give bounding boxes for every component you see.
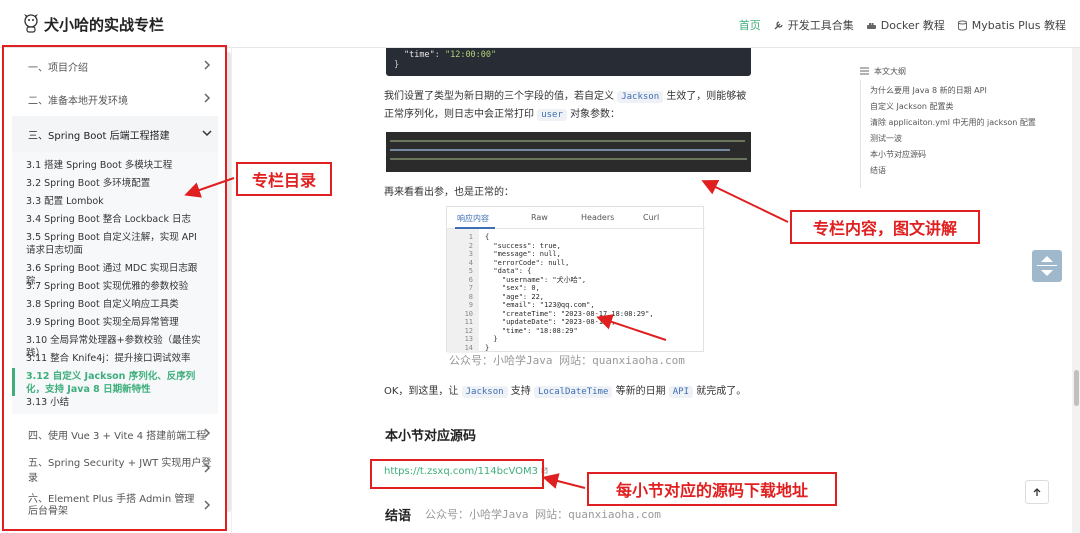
tools-icon [774,20,783,29]
inline-code: user [537,109,567,121]
line-number: 5 [468,267,473,275]
text: 我们设置了类型为新日期的三个字段的值，若自定义 [384,91,614,102]
nav-mybatis[interactable]: Mybatis Plus 教程 [957,17,1066,33]
line-number: 11 [464,318,473,326]
json-line: "data": { [485,267,532,275]
line-number: 13 [464,335,473,343]
toc-item[interactable]: 本小节对应源码 [870,149,926,160]
text: 对象参数： [570,109,621,120]
log-line [390,140,745,142]
database-icon [957,20,967,30]
code-key: "time" [404,50,435,60]
nav-home-label: 首页 [738,19,761,32]
log-line [390,149,730,151]
annotation-label-source: 每小节对应的源码下载地址 [587,472,837,506]
text: 就完成了。 [696,386,747,397]
watermark: 公众号：小哈学Java 网站：quanxiaoha.com [449,354,685,367]
top-nav: 首页 开发工具合集 Docker 教程 Mybatis Plus 教程 [739,17,1066,33]
toc-rail [860,80,861,188]
code-block: "time": "12:00:00" } [386,48,751,76]
json-line: "errorCode": null, [485,258,570,267]
log-line [390,158,747,160]
text: 支持 [510,386,531,397]
nav-home[interactable]: 首页 [739,17,761,33]
arrow-source [542,473,586,489]
site-title[interactable]: 犬小哈的实战专栏 [44,14,164,35]
tab-curl[interactable]: Curl [643,213,659,222]
line-number: 14 [464,343,473,352]
json-line: } [485,343,490,352]
heading-source: 本小节对应源码 [385,429,477,444]
annotation-label-catalog: 专栏目录 [236,162,332,196]
tab-headers[interactable]: Headers [581,213,614,222]
inline-code: LocalDateTime [533,386,613,398]
annotation-label-content: 专栏内容，图文讲解 [790,210,980,244]
line-number: 10 [464,309,473,318]
tab-raw[interactable]: Raw [531,213,548,222]
annotation-frame-sidebar [2,45,227,531]
paragraph-1: 我们设置了类型为新日期的三个字段的值，若自定义 Jackson 生效了，则能够被… [384,88,754,124]
heading-summary: 结语 [385,509,412,524]
paragraph-3: OK，到这里，让 Jackson 支持 LocalDateTime 等新的日期 … [384,383,754,401]
line-number: 2 [468,241,473,250]
watermark: 公众号：小哈学Java 网站：quanxiaoha.com [425,508,661,521]
nav-tools-label: 开发工具合集 [787,19,854,32]
docker-icon [866,22,876,29]
json-line: { [485,233,490,241]
code-line: } [394,60,400,70]
scroll-up-down-icon [1037,256,1057,276]
text: 等新的日期 [615,386,666,397]
page-scroll-buttons[interactable] [1032,250,1062,282]
toc-item[interactable]: 为什么要用 Java 8 新的日期 API [870,85,987,96]
inline-code: Jackson [617,91,664,103]
paragraph-2: 再来看看出参，也是正常的： [384,187,514,198]
json-line: "username": "犬小哈", [485,275,587,284]
json-line: "sex": 0, [485,284,540,292]
json-line: } [485,335,498,343]
page-scrollbar-thumb[interactable] [1074,370,1079,406]
json-line: "updateDate": "2023-08-17", [485,318,616,326]
console-log-screenshot [386,132,751,172]
list-icon [860,67,869,75]
code-sep: : [434,50,445,60]
line-number: 4 [468,258,473,267]
inline-code: API [668,386,694,398]
dog-logo-icon[interactable] [22,13,40,33]
json-line: "email": "123@qq.com", [485,301,595,309]
line-number: 3 [468,250,473,258]
toc-item[interactable]: 自定义 Jackson 配置类 [870,101,954,112]
nav-docker[interactable]: Docker 教程 [866,17,945,33]
nav-mybatis-label: Mybatis Plus 教程 [971,19,1066,32]
response-tabs: 响应内容 Raw Headers Curl [447,207,705,229]
inline-code: Jackson [461,386,508,398]
json-line: "message": null, [485,250,561,258]
top-navbar: 犬小哈的实战专栏 首页 开发工具合集 Docker 教程 Mybatis Plu… [0,0,1080,48]
json-line: "createTime": "2023-08-17 18:08:29", [485,309,654,318]
nav-docker-label: Docker 教程 [880,19,945,32]
page-scrollbar[interactable] [1072,48,1080,533]
code-value: "12:00:00" [444,50,497,60]
back-to-top-button[interactable] [1025,480,1049,504]
response-panel: 响应内容 Raw Headers Curl 1 {2 "success": tru… [446,206,705,353]
text: OK，到这里，让 [384,386,459,397]
line-number: 12 [464,326,473,335]
line-number: 1 [468,233,473,241]
nav-tools[interactable]: 开发工具合集 [773,17,854,33]
code-line: "time": "12:00:00" [404,50,733,60]
toc-item[interactable]: 结语 [870,165,886,176]
line-number: 9 [468,301,473,309]
arrow-up-icon [1033,488,1041,496]
json-line: "age": 22, [485,292,545,301]
annotation-frame-link [370,459,544,489]
toc-title: 本文大纲 [874,67,906,76]
line-number: 7 [468,284,473,292]
toc-item[interactable]: 清除 applicaiton.yml 中无用的 jackson 配置 [870,117,1036,128]
toc-item[interactable]: 测试一波 [870,133,902,144]
json-line: "time": "18:08:29" [485,326,578,335]
line-number: 8 [468,292,473,301]
json-line: "success": true, [485,241,561,250]
tab-response[interactable]: 响应内容 [457,213,489,224]
line-number: 6 [468,275,473,284]
